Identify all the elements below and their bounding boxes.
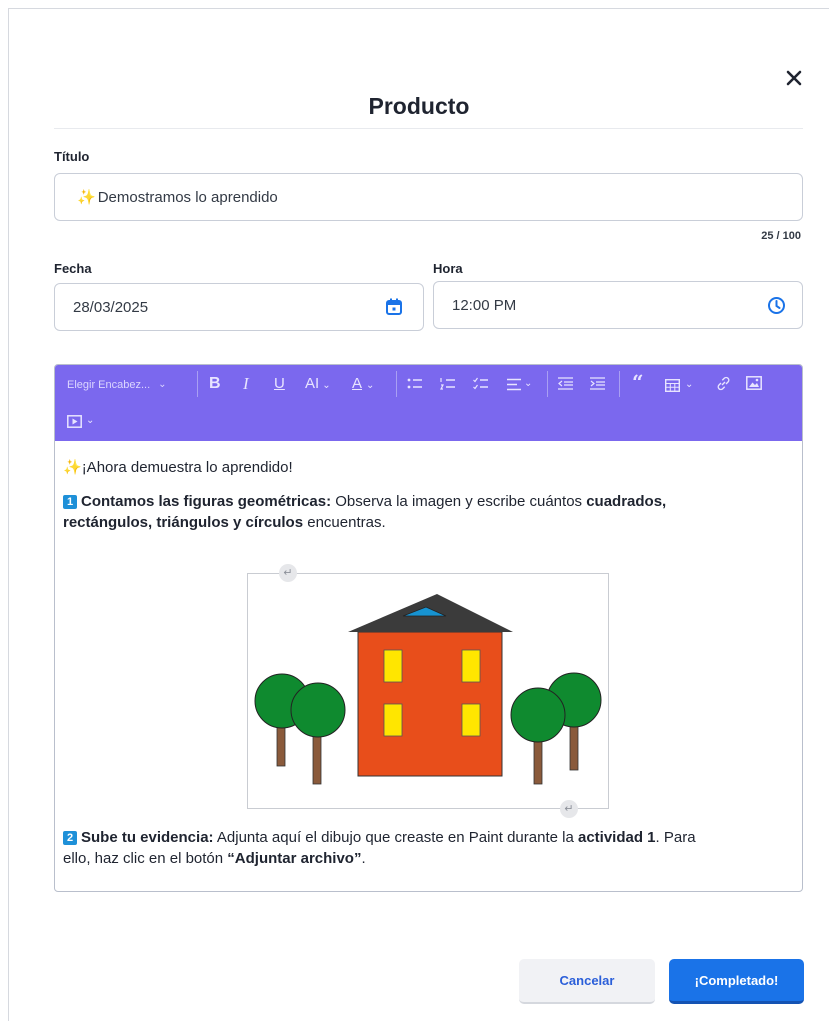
- check-list-icon[interactable]: [473, 377, 489, 391]
- indent-icon[interactable]: [590, 377, 605, 390]
- house-image[interactable]: ↵ ↵: [247, 564, 609, 818]
- item-2-text-d: ello, haz clic en el botón: [63, 850, 228, 867]
- sparkles-icon: ✨: [77, 189, 96, 206]
- numbered-list-icon[interactable]: [440, 377, 456, 391]
- heading-select[interactable]: Elegir Encabez... ⌄: [67, 377, 167, 393]
- item-1-bold-b: cuadrados,: [586, 493, 667, 510]
- close-icon: [786, 70, 802, 86]
- table-icon[interactable]: ⌄: [665, 377, 693, 393]
- product-modal: Producto Título ✨ Demostramos lo aprendi…: [8, 8, 829, 1021]
- video-icon[interactable]: ⌄: [67, 413, 94, 429]
- number-2-badge: 2: [63, 831, 77, 845]
- complete-button[interactable]: ¡Completado!: [669, 959, 804, 1004]
- font-color-icon[interactable]: A ⌄: [352, 376, 374, 394]
- bullet-list-icon[interactable]: [407, 377, 423, 391]
- chevron-down-icon: ⌄: [158, 379, 167, 390]
- item-2-bold-b: actividad 1: [577, 829, 656, 846]
- return-icon[interactable]: ↵: [560, 800, 578, 818]
- toolbar-separator: [197, 371, 198, 397]
- title-divider: [54, 128, 803, 129]
- editor-toolbar: Elegir Encabez... ⌄ B I U AI ⌄ A ⌄ ⌄ “ ⌄…: [55, 365, 802, 441]
- time-input-value: 12:00 PM: [452, 296, 517, 314]
- return-icon[interactable]: ↵: [279, 564, 297, 582]
- underline-icon[interactable]: U: [274, 376, 285, 392]
- item-1-paragraph: 1 Contamos las figuras geométricas: Obser…: [63, 491, 798, 533]
- sparkles-icon: ✨: [63, 459, 82, 476]
- rich-text-editor[interactable]: Elegir Encabez... ⌄ B I U AI ⌄ A ⌄ ⌄ “ ⌄…: [54, 364, 803, 892]
- heading-select-label: Elegir Encabez...: [67, 379, 151, 391]
- item-2-text-a: Adjunta aquí el dibujo que creaste en Pa…: [213, 829, 578, 846]
- time-label: Hora: [433, 261, 463, 276]
- toolbar-separator: [396, 371, 397, 397]
- item-1-text-d: encuentras.: [303, 514, 386, 531]
- date-input[interactable]: 28/03/2025: [54, 283, 424, 331]
- time-input[interactable]: 12:00 PM: [433, 281, 803, 329]
- outdent-icon[interactable]: [558, 377, 573, 390]
- toolbar-separator: [547, 371, 548, 397]
- font-size-icon[interactable]: AI ⌄: [305, 376, 331, 394]
- title-label: Título: [54, 149, 90, 164]
- close-button[interactable]: [785, 69, 803, 87]
- date-input-value: 28/03/2025: [73, 298, 149, 316]
- number-1-badge: 1: [63, 495, 77, 509]
- link-icon[interactable]: [716, 376, 731, 391]
- toolbar-separator: [619, 371, 620, 397]
- editor-content[interactable]: ✨¡Ahora demuestra lo aprendido! 1 Contamo…: [55, 441, 802, 891]
- title-input[interactable]: ✨ Demostramos lo aprendido: [54, 173, 803, 221]
- intro-paragraph: ✨¡Ahora demuestra lo aprendido!: [63, 457, 293, 478]
- modal-title: Producto: [368, 93, 470, 119]
- house-drawing: [254, 594, 602, 785]
- cancel-button[interactable]: Cancelar: [519, 959, 655, 1004]
- date-label: Fecha: [54, 261, 92, 276]
- item-2-heading: Sube tu evidencia:: [81, 829, 214, 846]
- image-icon[interactable]: [746, 376, 762, 390]
- clock-icon[interactable]: [767, 296, 786, 315]
- italic-icon[interactable]: I: [243, 375, 249, 392]
- align-icon[interactable]: ⌄: [507, 376, 532, 392]
- title-char-counter: 25 / 100: [761, 230, 801, 242]
- calendar-icon[interactable]: [385, 298, 403, 316]
- item-2-text-c: . Para: [655, 829, 696, 846]
- item-2-bold-e: “Adjuntar archivo”: [227, 850, 362, 867]
- item-1-text-a: Observa la imagen y escribe cuántos: [331, 493, 587, 510]
- title-input-value: Demostramos lo aprendido: [97, 188, 278, 206]
- bold-icon[interactable]: B: [209, 376, 221, 392]
- item-1-heading: Contamos las figuras geométricas:: [81, 493, 332, 510]
- item-1-bold-c: rectángulos, triángulos y círculos: [63, 514, 304, 531]
- intro-text: ¡Ahora demuestra lo aprendido!: [81, 459, 293, 476]
- quote-icon[interactable]: “: [632, 372, 644, 392]
- item-2-paragraph: 2 Sube tu evidencia: Adjunta aquí el dibu…: [63, 827, 798, 869]
- item-2-text-f: .: [361, 850, 366, 867]
